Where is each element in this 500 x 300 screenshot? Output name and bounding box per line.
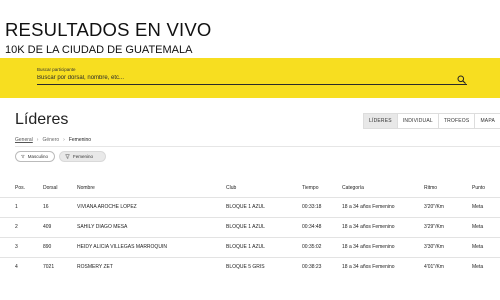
search-icon[interactable] [457, 75, 466, 84]
col-header-categoria[interactable]: Categoría [342, 180, 424, 197]
col-header-punto[interactable]: Punto [472, 180, 500, 197]
page-header-title: RESULTADOS EN VIVO [5, 19, 212, 40]
col-header-pos[interactable]: Pos. [0, 180, 43, 197]
breadcrumb-separator: › [63, 137, 65, 143]
cell-dorsal: 409 [43, 216, 77, 237]
filter-icon [21, 155, 25, 159]
cell-dorsal: 890 [43, 236, 77, 257]
table-header-row: Pos. Dorsal Nombre Club Tiempo Categoría… [0, 180, 500, 197]
cell-categoria: 18 a 34 años Femenino [342, 216, 424, 237]
cell-tiempo: 00:33:18 [302, 196, 342, 217]
cell-nombre: HEIDY ALICIA VILLEGAS MARROQUIN [77, 236, 226, 257]
event-name: 10K DE LA CIUDAD DE GUATEMALA [5, 44, 193, 56]
col-header-tiempo[interactable]: Tiempo [302, 180, 342, 197]
cell-nombre: VIVIANA AROCHE LOPEZ [77, 196, 226, 217]
col-header-dorsal[interactable]: Dorsal [43, 180, 77, 197]
filter-chip-label: Femenino [73, 154, 94, 159]
cell-categoria: 18 a 34 años Femenino [342, 196, 424, 217]
cell-pos: 3 [0, 236, 43, 257]
col-header-nombre[interactable]: Nombre [77, 180, 226, 197]
tab-trofeos[interactable]: TROFEOS [439, 114, 476, 128]
cell-tiempo: 00:34:48 [302, 216, 342, 237]
col-header-ritmo[interactable]: Ritmo [424, 180, 472, 197]
cell-pos: 2 [0, 216, 43, 237]
cell-ritmo: 3'29"/Km [424, 216, 472, 237]
table-row[interactable]: 2 409 SAHILY DIAGO MESA BLOQUE 1 AZUL 00… [0, 216, 500, 237]
page-header: RESULTADOS EN VIVO 10K DE LA CIUDAD DE G… [0, 0, 500, 58]
filter-chip-femenino[interactable]: Femenino [59, 151, 106, 162]
cell-nombre: ROSMERY ZET [77, 256, 226, 277]
divider [15, 146, 500, 147]
cell-dorsal: 16 [43, 196, 77, 217]
table-row[interactable]: 4 7021 ROSMERY ZET BLOQUE 5 GRIS 00:38:2… [0, 256, 500, 277]
table-row[interactable]: 1 16 VIVIANA AROCHE LOPEZ BLOQUE 1 AZUL … [0, 196, 500, 217]
col-header-club[interactable]: Club [226, 180, 302, 197]
cell-ritmo: 4'01"/Km [424, 256, 472, 277]
cell-club: BLOQUE 1 AZUL [226, 236, 302, 257]
search-input[interactable] [37, 74, 467, 85]
filter-chip-masculino[interactable]: Masculino [15, 151, 55, 162]
search-label: Buscar participante [37, 67, 76, 72]
breadcrumb-current: Femenino [68, 137, 92, 143]
cell-club: BLOQUE 1 AZUL [226, 196, 302, 217]
results-table: Pos. Dorsal Nombre Club Tiempo Categoría… [0, 180, 500, 277]
tab-mapa[interactable]: MAPA [475, 114, 500, 128]
cell-pos: 1 [0, 196, 43, 217]
filter-icon [65, 154, 70, 159]
cell-punto: Meta [472, 216, 500, 237]
breadcrumb-genero: Género [42, 137, 60, 143]
cell-ritmo: 3'20"/Km [424, 196, 472, 217]
cell-tiempo: 00:38:23 [302, 256, 342, 277]
cell-categoria: 18 a 34 años Femenino [342, 256, 424, 277]
cell-club: BLOQUE 5 GRIS [226, 256, 302, 277]
filter-chip-label: Masculino [27, 154, 48, 159]
tab-individual[interactable]: INDIVIDUAL [398, 114, 439, 128]
cell-pos: 4 [0, 256, 43, 277]
cell-punto: Meta [472, 196, 500, 217]
breadcrumb-general[interactable]: General [15, 137, 33, 143]
view-tabs: LÍDERES INDIVIDUAL TROFEOS MAPA [363, 113, 500, 129]
page-title: Líderes [15, 111, 69, 128]
cell-ritmo: 3'30"/Km [424, 236, 472, 257]
cell-dorsal: 7021 [43, 256, 77, 277]
breadcrumb-separator: › [36, 137, 39, 143]
table-row[interactable]: 3 890 HEIDY ALICIA VILLEGAS MARROQUIN BL… [0, 236, 500, 257]
cell-punto: Meta [472, 256, 500, 277]
cell-tiempo: 00:35:02 [302, 236, 342, 257]
cell-club: BLOQUE 1 AZUL [226, 216, 302, 237]
breadcrumb: General › Género › Femenino [15, 137, 91, 143]
cell-nombre: SAHILY DIAGO MESA [77, 216, 226, 237]
cell-punto: Meta [472, 236, 500, 257]
tab-lideres[interactable]: LÍDERES [364, 114, 398, 128]
cell-categoria: 18 a 34 años Femenino [342, 236, 424, 257]
